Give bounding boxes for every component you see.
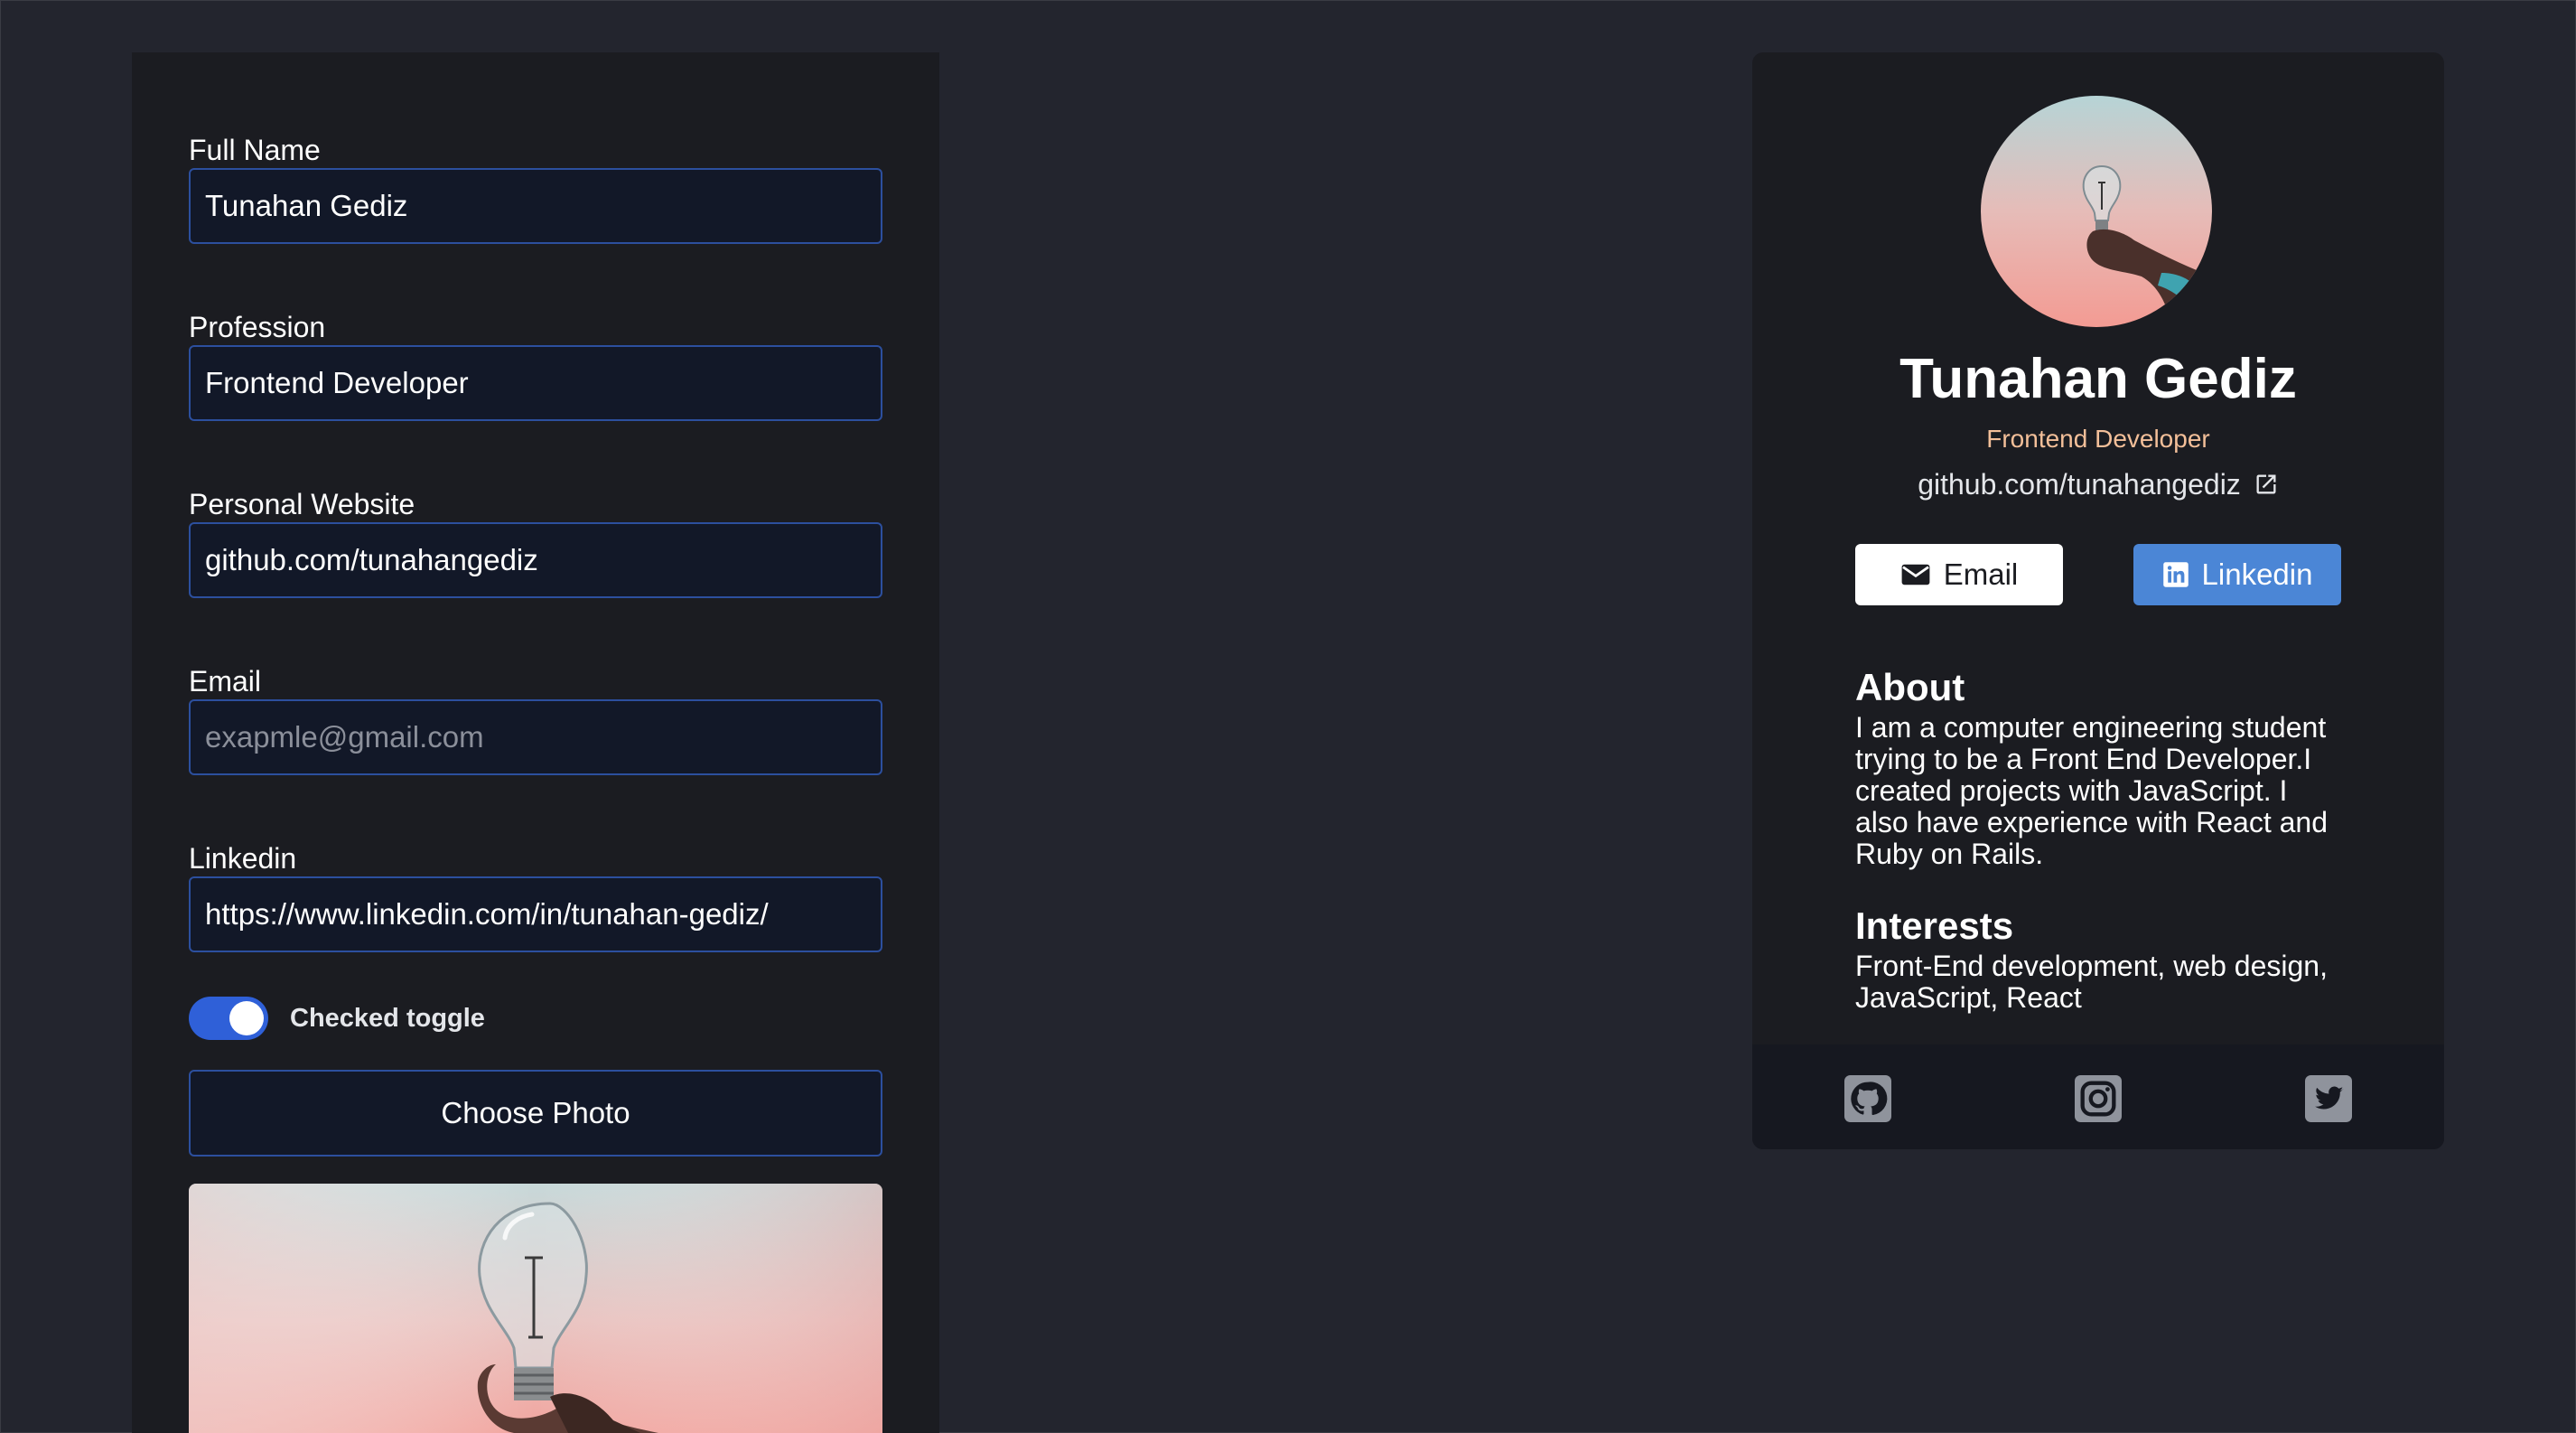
avatar bbox=[1981, 96, 2212, 327]
card-website-link[interactable]: github.com/tunahangediz bbox=[1752, 466, 2444, 502]
card-name: Tunahan Gediz bbox=[1899, 348, 2297, 410]
toggle-row: Checked toggle bbox=[189, 996, 485, 1041]
full-name-input[interactable] bbox=[189, 168, 882, 244]
linkedin-input[interactable] bbox=[189, 876, 882, 952]
email-input[interactable] bbox=[189, 699, 882, 775]
toggle-label: Checked toggle bbox=[290, 1003, 485, 1033]
toggle-knob bbox=[229, 1001, 264, 1035]
interests-title: Interests bbox=[1855, 904, 2014, 947]
mail-icon bbox=[1901, 564, 1930, 585]
profile-card: Tunahan Gediz Frontend Developer github.… bbox=[1752, 52, 2444, 1149]
email-button[interactable]: Email bbox=[1855, 544, 2063, 605]
full-name-label: Full Name bbox=[189, 134, 321, 166]
email-button-label: Email bbox=[1943, 557, 2019, 591]
choose-photo-button[interactable]: Choose Photo bbox=[189, 1070, 882, 1157]
github-icon[interactable] bbox=[1844, 1075, 1891, 1122]
checked-toggle[interactable] bbox=[189, 997, 268, 1040]
avatar-photo bbox=[1981, 96, 2212, 327]
card-website-text: github.com/tunahangediz bbox=[1918, 468, 2241, 501]
about-text: I am a computer engineering student tryi… bbox=[1855, 711, 2328, 870]
social-footer bbox=[1752, 1044, 2444, 1149]
linkedin-label: Linkedin bbox=[189, 842, 297, 875]
card-profession: Frontend Developer bbox=[1986, 425, 2210, 453]
photo-preview bbox=[189, 1184, 882, 1433]
linkedin-button-label: Linkedin bbox=[2201, 557, 2313, 591]
about-title: About bbox=[1855, 666, 1965, 708]
external-link-icon bbox=[2256, 474, 2276, 494]
profession-input[interactable] bbox=[189, 345, 882, 421]
twitter-icon[interactable] bbox=[2305, 1075, 2352, 1122]
lightbulb-photo bbox=[189, 1184, 882, 1433]
instagram-icon[interactable] bbox=[2075, 1075, 2122, 1122]
profession-label: Profession bbox=[189, 311, 326, 343]
email-label: Email bbox=[189, 665, 262, 698]
website-label: Personal Website bbox=[189, 488, 415, 520]
linkedin-button[interactable]: Linkedin bbox=[2133, 544, 2341, 605]
website-input[interactable] bbox=[189, 522, 882, 598]
linkedin-icon bbox=[2162, 562, 2189, 587]
profile-form: Full Name Profession Personal Website Em… bbox=[132, 52, 939, 1433]
interests-text: Front-End development, web design, JavaS… bbox=[1855, 950, 2328, 1014]
